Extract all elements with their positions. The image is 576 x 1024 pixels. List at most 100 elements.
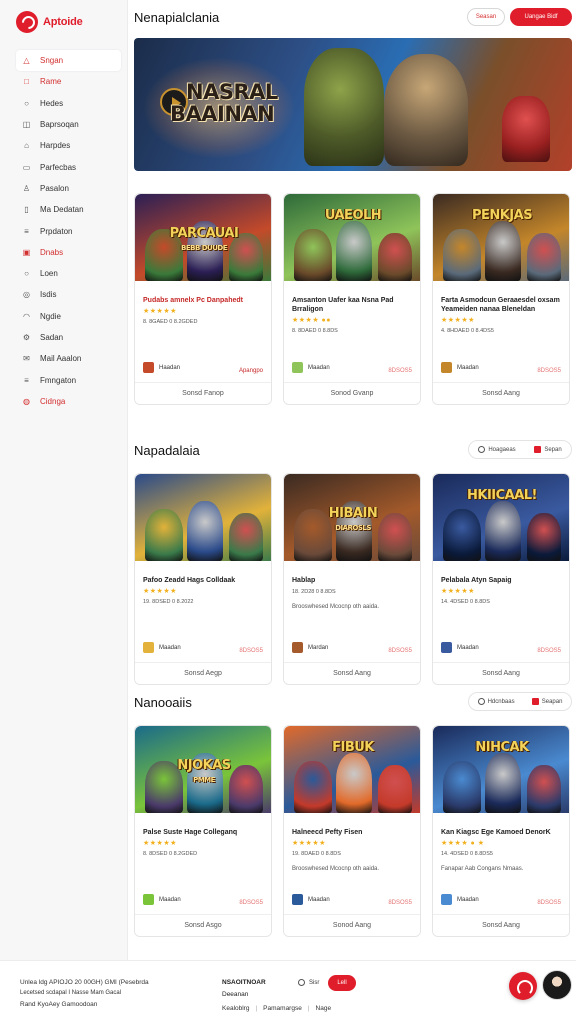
thumbnail-character <box>527 513 561 561</box>
triangle-icon: △ <box>23 56 30 66</box>
section-tools: Hoagaeas Sepan <box>468 440 572 459</box>
card-action-button[interactable]: Sonsd Aang <box>433 382 569 404</box>
filter-toggle[interactable]: Hdcnbaas <box>477 698 515 705</box>
footer-separator: | <box>307 1005 310 1012</box>
sidebar-item-16[interactable]: ◍ Cidnga <box>0 391 127 412</box>
app-name[interactable]: Halneecd Pefty Fisen <box>292 828 416 837</box>
footer-toggle[interactable]: Sisr <box>298 979 319 986</box>
sidebar-item-label: Harpdes <box>40 141 71 151</box>
app-meta: 8. 8DAED 0 8.8DS <box>292 328 338 334</box>
sidebar-item-0[interactable]: △ Sngan <box>16 50 121 72</box>
sidebar-item-15[interactable]: ≡ Fmngaton <box>0 369 127 390</box>
sidebar-item-13[interactable]: ⚙ Sadan <box>0 327 127 348</box>
app-name[interactable]: Pudabs amnelx Pc Danpahedt <box>143 296 267 305</box>
footer-link-1[interactable]: Kealoblrg <box>222 1005 249 1012</box>
sort-toggle[interactable]: Seapan <box>531 698 562 705</box>
app-card[interactable]: UAEOLH Amsanton Uafer kaa Nsna Pad Brrali… <box>283 193 421 405</box>
app-card[interactable]: Pafoo Zeadd Hags Colldaak ★★★★★ 19. 8DSED … <box>134 473 272 685</box>
sidebar-item-1[interactable]: □ Rame <box>0 71 127 92</box>
app-name[interactable]: Farta Asmodcun Geraaesdel oxsam Yeameide… <box>441 296 565 314</box>
publisher: Maadan <box>441 894 479 905</box>
app-thumbnail[interactable]: UAEOLH <box>284 194 420 281</box>
thumbnail-character <box>294 761 332 813</box>
card-action-button[interactable]: Sonod Aang <box>284 914 420 936</box>
sidebar-item-6[interactable]: ♙ Pasalon <box>0 178 127 199</box>
app-thumbnail[interactable]: PENKJAS <box>433 194 569 281</box>
filter-toggle[interactable]: Hoagaeas <box>478 446 516 453</box>
app-card[interactable]: PARCAUAI BEBB DUUDE Pudabs amnelx Pc Danpa… <box>134 193 272 405</box>
sidebar-item-label: Mail Aaalon <box>40 354 82 364</box>
app-name[interactable]: Amsanton Uafer kaa Nsna Pad Brraligon <box>292 296 416 314</box>
sidebar-item-12[interactable]: ◠ Ngdie <box>0 306 127 327</box>
thumbnail-title: NJOKAS <box>177 758 231 773</box>
sidebar-item-10[interactable]: ○ Loen <box>0 263 127 284</box>
app-thumbnail[interactable]: NJOKAS PMME <box>135 726 271 813</box>
thumbnail-subtitle: BEBB DUUDE <box>181 244 228 252</box>
thumbnail-character <box>443 509 481 561</box>
card-action-button[interactable]: Sonsd Fanop <box>135 382 271 404</box>
sidebar-item-label: Hedes <box>40 98 64 108</box>
publisher: Maadan <box>441 642 479 653</box>
thumbnail-title: HIBAIN <box>328 506 378 521</box>
price-tag: 8DSOS5 <box>537 368 561 374</box>
card-action-button[interactable]: Sonod Gvanp <box>284 382 420 404</box>
card-action-button[interactable]: Sonsd Aang <box>433 662 569 684</box>
app-name[interactable]: Pafoo Zeadd Hags Colldaak <box>143 576 267 585</box>
sidebar-item-14[interactable]: ✉ Mail Aaalon <box>0 348 127 369</box>
card-action-button[interactable]: Sonsd Aang <box>433 914 569 936</box>
app-card[interactable]: NIHCAK Kan Kiagsc Ege Kamoed DenorK ★★★★ ●… <box>432 725 570 937</box>
app-card[interactable]: HKIICAAL! Pelabala Atyn Sapaig ★★★★★ 14. 4D… <box>432 473 570 685</box>
app-card[interactable]: NJOKAS PMME Palse Suste Hage Colleganq ★★★★… <box>134 725 272 937</box>
hero-character-warrior <box>384 54 468 166</box>
app-card[interactable]: FIBUK Halneecd Pefty Fisen ★★★★★ 19. 8DAED … <box>283 725 421 937</box>
app-meta: 18. 2D28 0 8.8DS <box>292 589 336 595</box>
app-meta: 8. 8GAED 0 8.2GDED <box>143 319 198 325</box>
app-thumbnail[interactable] <box>135 474 271 561</box>
star-rating: ★★★★★ <box>441 317 475 324</box>
app-thumbnail[interactable]: HKIICAAL! <box>433 474 569 561</box>
app-thumbnail[interactable]: NIHCAK <box>433 726 569 813</box>
thumbnail-title: FIBUK <box>332 740 374 755</box>
avatar[interactable] <box>542 970 572 1000</box>
sidebar-item-9[interactable]: ▣ Dnabs <box>0 242 127 263</box>
publisher-icon <box>143 642 154 653</box>
sidebar-item-11[interactable]: ◎ Isdis <box>0 284 127 305</box>
app-description: Fanapar Aab Congans Nmaas. <box>441 866 524 872</box>
hero-banner[interactable]: NASRAL BAAINAN <box>134 38 572 171</box>
app-name[interactable]: Palse Suste Hage Colleganq <box>143 828 267 837</box>
sidebar-item-3[interactable]: ◫ Baprsoqan <box>0 114 127 135</box>
publisher-name: Maadan <box>457 896 479 903</box>
app-name[interactable]: Kan Kiagsc Ege Kamoed DenorK <box>441 828 565 837</box>
publisher: Maadan <box>441 362 479 373</box>
sidebar-item-label: Parfecbas <box>40 162 77 172</box>
footer-button[interactable]: Lell <box>328 975 356 991</box>
floating-action-button[interactable] <box>509 972 537 1000</box>
app-name[interactable]: Pelabala Atyn Sapaig <box>441 576 565 585</box>
sidebar-item-4[interactable]: ⌂ Harpdes <box>0 135 127 156</box>
primary-button[interactable]: Uangae Bidf <box>510 8 572 26</box>
logo[interactable]: Aptoide <box>0 0 127 36</box>
sidebar-item-2[interactable]: ○ Hedes <box>0 93 127 114</box>
card-action-button[interactable]: Sonsd Aang <box>284 662 420 684</box>
sidebar-item-7[interactable]: ▯ Ma Dedatan <box>0 199 127 220</box>
sort-toggle[interactable]: Sepan <box>534 446 562 453</box>
footer-link-2[interactable]: Pamamargse <box>263 1005 302 1012</box>
secondary-button[interactable]: Seasan <box>467 8 505 26</box>
card-action-button[interactable]: Sonsd Asgo <box>135 914 271 936</box>
app-thumbnail[interactable]: HIBAIN DIAROSLS <box>284 474 420 561</box>
sidebar-item-5[interactable]: ▭ Parfecbas <box>0 156 127 177</box>
page-title: Nenapialclania <box>134 10 220 25</box>
section-title: Nanooaiis <box>134 695 192 710</box>
publisher-icon <box>441 894 452 905</box>
app-card[interactable]: HIBAIN DIAROSLS Hablap 18. 2D28 0 8.8DS Broo… <box>283 473 421 685</box>
app-thumbnail[interactable]: FIBUK <box>284 726 420 813</box>
sidebar-item-8[interactable]: ≡ Prpdaton <box>0 220 127 241</box>
price-tag: 8DSOS5 <box>388 648 412 654</box>
app-thumbnail[interactable]: PARCAUAI BEBB DUUDE <box>135 194 271 281</box>
app-card[interactable]: PENKJAS Farta Asmodcun Geraaesdel oxsam Y… <box>432 193 570 405</box>
publisher-icon <box>292 894 303 905</box>
app-name[interactable]: Hablap <box>292 576 416 585</box>
app-meta: 14. 4DSED 0 8.8DS5 <box>441 851 493 857</box>
card-action-button[interactable]: Sonsd Aegp <box>135 662 271 684</box>
footer-link-3[interactable]: Nage <box>316 1005 332 1012</box>
